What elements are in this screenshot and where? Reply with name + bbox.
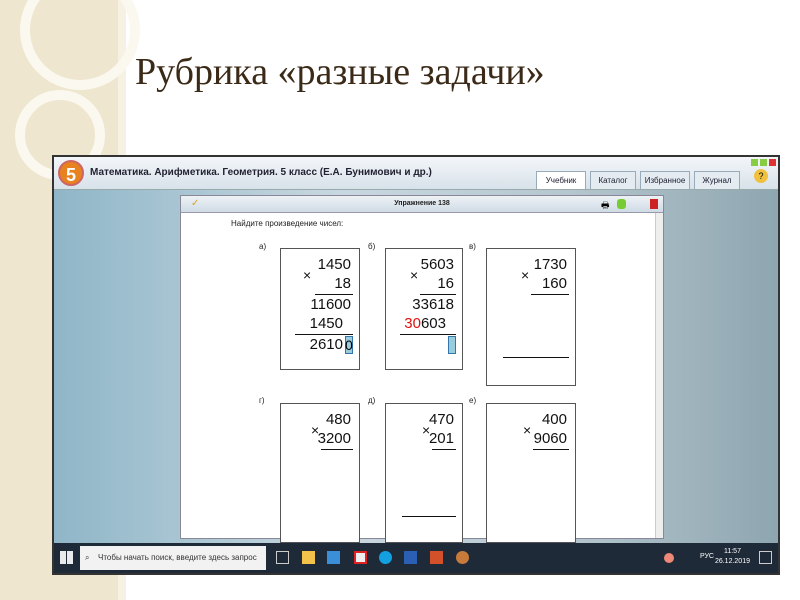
task-view-icon[interactable] (276, 551, 289, 564)
answer-input[interactable] (448, 336, 456, 354)
tab-journal[interactable]: Журнал (694, 171, 740, 189)
app-title: Математика. Арифметика. Геометрия. 5 кла… (90, 167, 432, 178)
help-button[interactable]: ? (754, 169, 768, 183)
multiplicand: 5603 (420, 256, 454, 273)
multiplier: 16 (437, 275, 454, 292)
language-indicator[interactable]: РУС (700, 553, 714, 560)
rule (533, 449, 569, 450)
clock[interactable]: 11:57 26.12.2019 (715, 547, 750, 567)
partial-product: 30603 (404, 316, 446, 332)
multiplier: 18 (334, 275, 351, 292)
search-placeholder: Чтобы начать поиск, введите здесь запрос (98, 553, 257, 562)
rule (315, 294, 353, 295)
app-screenshot: 5 Математика. Арифметика. Геометрия. 5 к… (52, 155, 780, 575)
result-digit: 0 (345, 337, 353, 353)
times-sign: × (523, 422, 532, 438)
multiplicand: 480 (325, 411, 351, 428)
partial-product: 11600 (310, 296, 351, 313)
digits: 603 (420, 315, 446, 332)
scrollbar[interactable] (655, 213, 663, 538)
close-button[interactable] (769, 159, 776, 166)
skype-icon[interactable] (379, 551, 392, 564)
print-icon[interactable]: 🖶 (601, 198, 610, 214)
multiplicand: 1450 (317, 256, 351, 273)
powerpoint-icon[interactable] (430, 551, 443, 564)
download-icon[interactable] (617, 199, 626, 209)
problem-label: г) (259, 396, 265, 405)
file-explorer-icon[interactable] (302, 551, 315, 564)
rule (432, 449, 456, 450)
problem-e: × 470 201 (385, 403, 463, 543)
close-exercise-icon[interactable] (650, 199, 658, 209)
multiplicand: 1730 (533, 256, 567, 273)
rule (420, 294, 456, 295)
taskbar: ⌕ Чтобы начать поиск, введите здесь запро… (54, 543, 778, 573)
rule (400, 334, 456, 335)
result: 2610 (309, 336, 343, 353)
yandex-browser-icon[interactable] (354, 551, 367, 564)
problem-c: × 1730 160 (486, 248, 576, 386)
slide-title: Рубрика «разные задачи» (135, 51, 545, 93)
app-logo: 5 (58, 160, 84, 186)
maximize-button[interactable] (760, 159, 767, 166)
multiplier: 9060 (533, 430, 567, 447)
app-icon[interactable] (327, 551, 340, 564)
rule (402, 516, 456, 517)
rule (503, 357, 569, 358)
multiplier: 201 (428, 430, 454, 447)
problem-d: × 480 3200 (280, 403, 360, 543)
windows-start-icon[interactable] (60, 551, 73, 564)
app-running-icon[interactable] (456, 551, 469, 564)
exercise-header: ✓ Упражнение 138 🖶 (181, 196, 663, 213)
search-input[interactable]: ⌕ Чтобы начать поиск, введите здесь запро… (80, 546, 266, 570)
rule (295, 334, 353, 335)
problem-label: в) (469, 242, 476, 251)
times-sign: × (410, 267, 419, 283)
multiplier: 3200 (317, 430, 351, 447)
problem-b: × 5603 16 33618 30603 (385, 248, 463, 370)
answer-input[interactable]: 0 (345, 336, 353, 354)
tab-textbook[interactable]: Учебник (536, 171, 586, 189)
red-digits: 30 (404, 315, 421, 332)
word-icon[interactable] (404, 551, 417, 564)
partial-product: 1450 (309, 315, 343, 332)
multiplicand: 400 (541, 411, 567, 428)
task-text: Найдите произведение чисел: (231, 219, 344, 228)
problem-label: д) (368, 396, 376, 405)
problem-label: б) (368, 242, 376, 251)
problem-a: × 1450 18 11600 1450 2610 0 (280, 248, 360, 370)
app-header: 5 Математика. Арифметика. Геометрия. 5 к… (54, 157, 778, 190)
rule (531, 294, 569, 295)
problem-label: е) (469, 396, 477, 405)
multiplicand: 470 (428, 411, 454, 428)
date: 26.12.2019 (714, 558, 750, 565)
time: 11:57 (723, 548, 741, 555)
tab-catalog[interactable]: Каталог (590, 171, 636, 189)
search-icon: ⌕ (85, 553, 90, 562)
exercise-title: Упражнение 138 (394, 200, 450, 207)
notifications-icon[interactable] (759, 551, 772, 564)
exercise-window: ✓ Упражнение 138 🖶 Найдите произведение … (180, 195, 664, 543)
tray-icon[interactable] (664, 553, 674, 563)
problem-label: а) (259, 242, 267, 251)
tab-favorites[interactable]: Избранное (640, 171, 690, 189)
times-sign: × (303, 267, 312, 283)
partial-product: 33618 (412, 296, 454, 313)
problem-f: × 400 9060 (486, 403, 576, 543)
multiplier: 160 (541, 275, 567, 292)
rule (321, 449, 353, 450)
minimize-button[interactable] (751, 159, 758, 166)
times-sign: × (521, 267, 530, 283)
